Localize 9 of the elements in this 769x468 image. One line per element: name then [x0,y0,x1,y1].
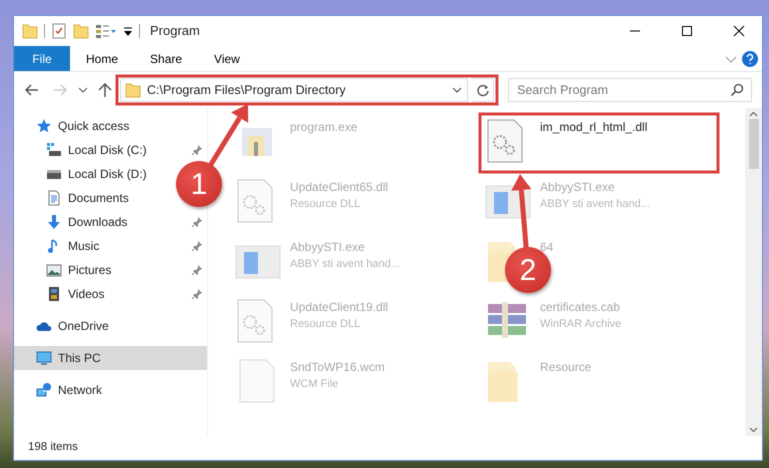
file-type: Resource DLL [290,317,362,332]
file-type: WCM File [290,377,340,392]
file-type: WinRAR Archive [540,317,622,332]
file-type: ABBY sti avent hand... [290,257,400,272]
file-type: Resource DLL [290,197,362,212]
step-number-tooltip: 1 [176,161,222,207]
file-type: ABBY sti avent hand... [540,197,650,212]
window-title: Program [150,22,200,40]
status-text: 198 items [28,440,78,456]
